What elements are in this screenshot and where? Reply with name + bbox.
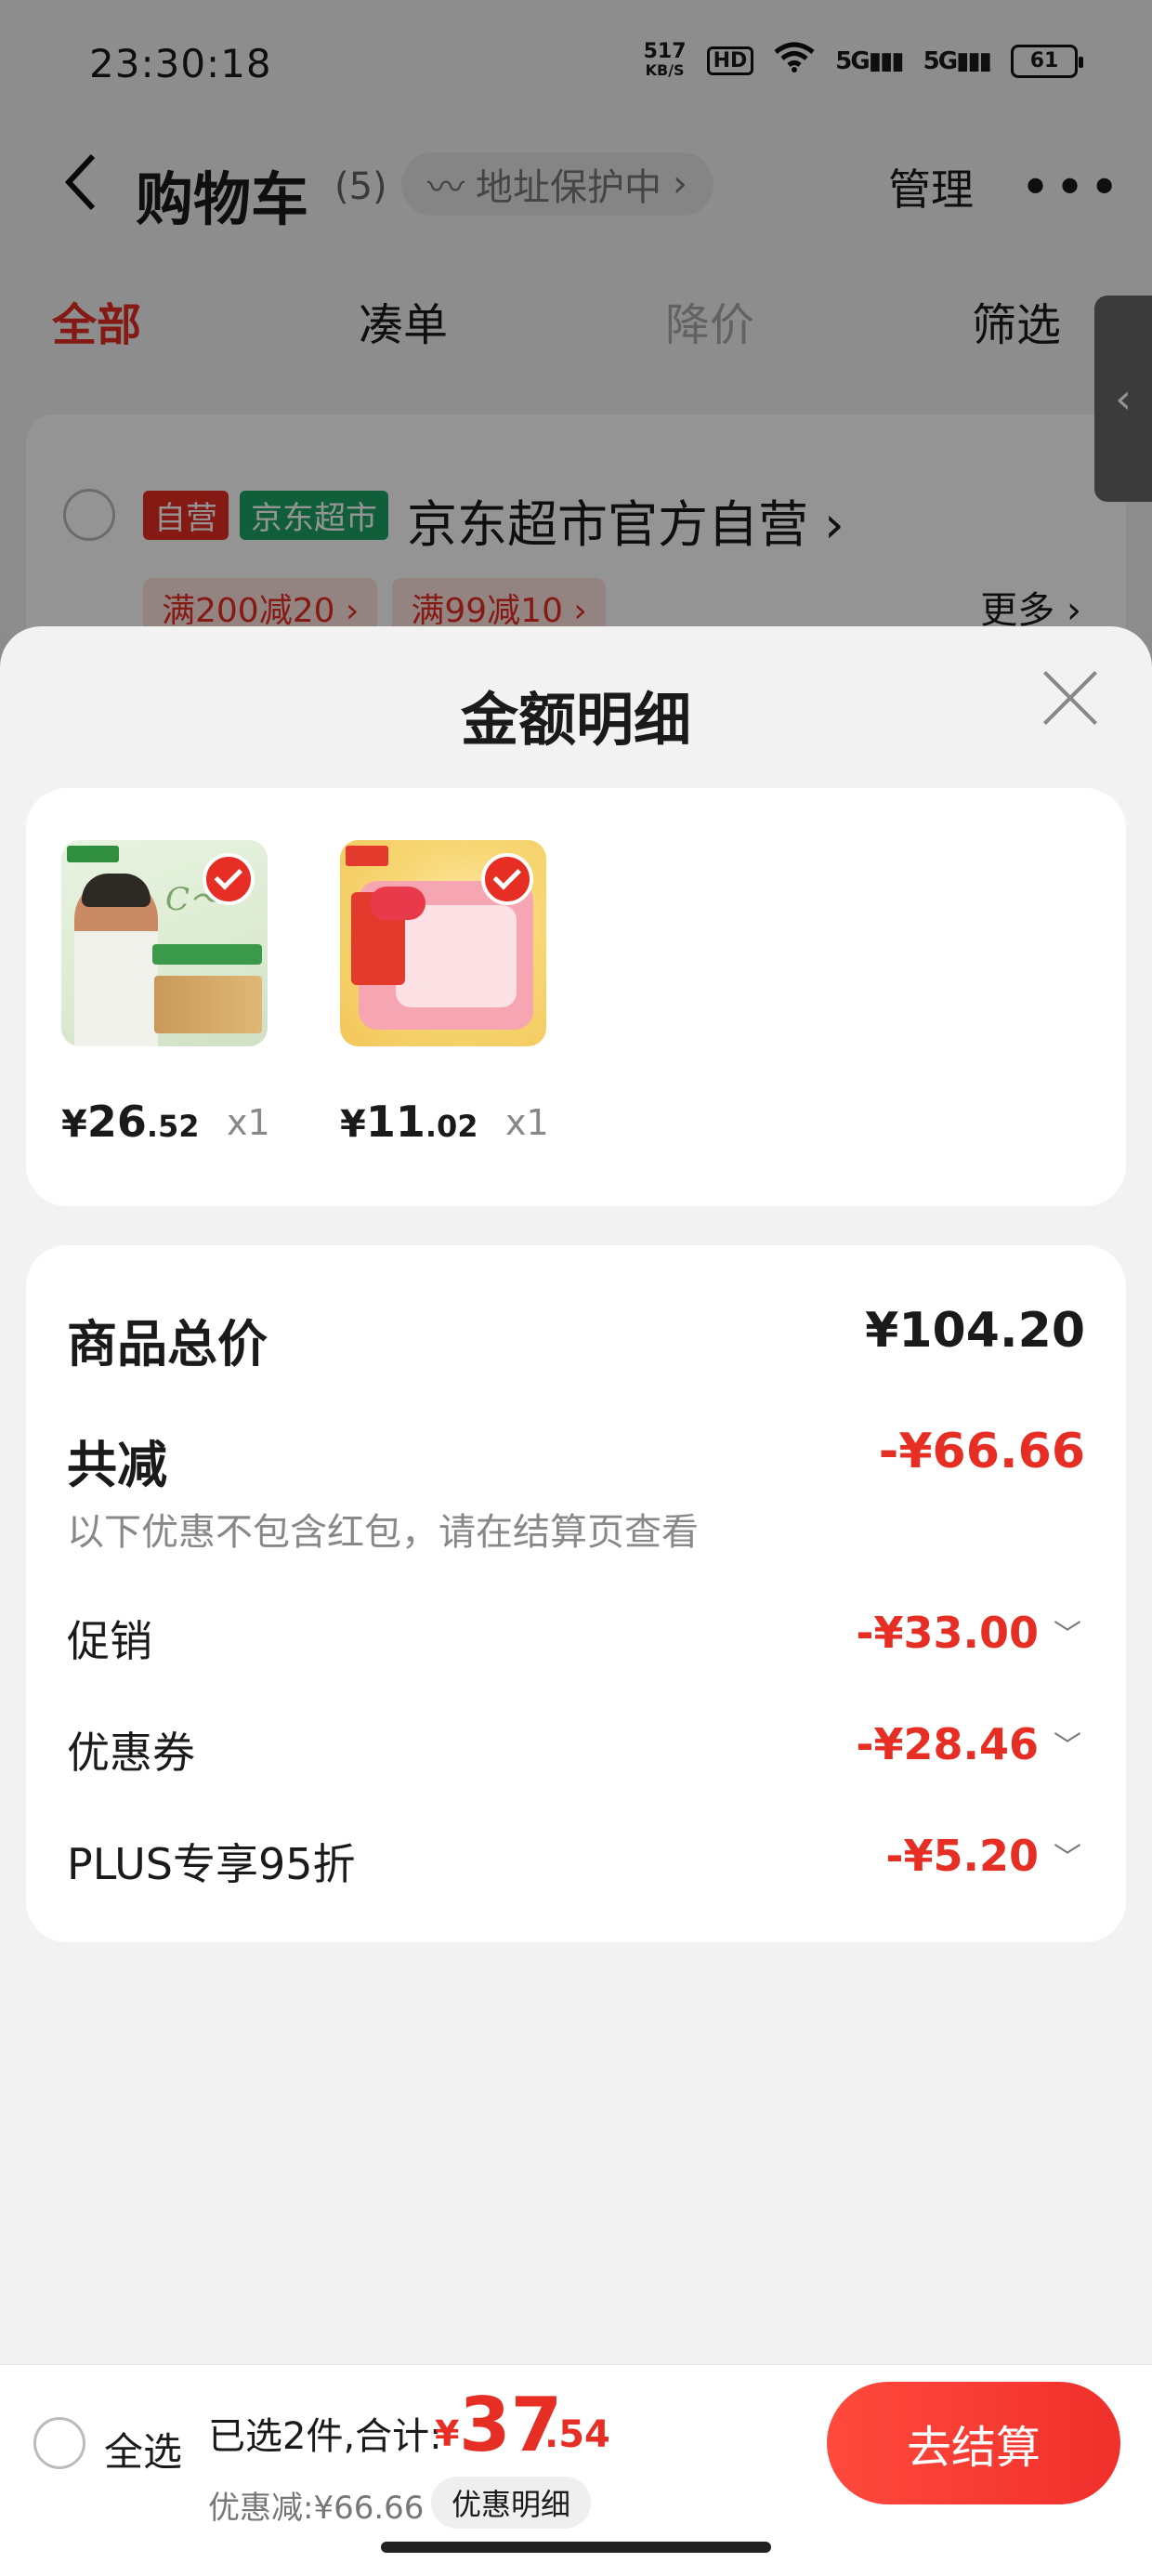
item-price-row: ¥26.52 x1 <box>61 1097 303 1152</box>
plus-discount-row[interactable]: PLUS专享95折 -¥5.20 ﹀ <box>67 1831 1085 1896</box>
reduction-note: 以下优惠不包含红包，请在结算页查看 <box>67 1511 699 1554</box>
item-price-row: ¥11.02 x1 <box>340 1097 582 1152</box>
chevron-down-icon: ﹀ <box>1054 1619 1081 1651</box>
price-summary-card: 商品总价 ¥104.20 共减 -¥66.66 以下优惠不包含红包，请在结算页查… <box>26 1245 1126 1942</box>
chevron-down-icon: ﹀ <box>1054 1842 1081 1874</box>
promotion-row[interactable]: 促销 -¥33.00 ﹀ <box>67 1608 1085 1673</box>
sum-decimal: .54 <box>544 2413 610 2456</box>
checkout-bar: 全选 已选2件,合计: ¥ 37 .54 优惠减:¥66.66 优惠明细 去结算 <box>0 2364 1152 2576</box>
discount-amount-text: 优惠减:¥66.66 <box>208 2490 425 2527</box>
discount-detail-button[interactable]: 优惠明细 <box>431 2477 592 2529</box>
selected-item[interactable]: Ⅽ～ ¥26.52 x1 <box>61 840 284 1147</box>
total-reduction-label: 共减 <box>67 1436 167 1494</box>
total-price-value: ¥104.20 <box>865 1303 1085 1359</box>
selected-count-text: 已选2件,合计: <box>208 2415 442 2458</box>
sum-currency: ¥ <box>435 2413 460 2454</box>
close-icon[interactable] <box>1037 665 1102 730</box>
product-image-milk: Ⅽ～ <box>61 840 268 1046</box>
selected-items-card: Ⅽ～ ¥26.52 x1 ¥11.02 x1 <box>26 788 1126 1206</box>
item-quantity: x1 <box>505 1102 549 1143</box>
select-all-label[interactable]: 全选 <box>104 2421 182 2477</box>
sheet-title: 金额明细 <box>460 686 691 754</box>
item-quantity: x1 <box>227 1102 270 1143</box>
item-price: ¥11.02 <box>340 1097 478 1147</box>
checkmark-icon <box>481 853 533 905</box>
product-image-wipes <box>340 840 546 1046</box>
modal-backdrop[interactable] <box>0 0 1152 669</box>
total-price-label: 商品总价 <box>67 1315 268 1373</box>
item-price: ¥26.52 <box>61 1097 200 1147</box>
coupon-row[interactable]: 优惠券 -¥28.46 ﹀ <box>67 1719 1085 1784</box>
home-indicator[interactable] <box>381 2542 771 2553</box>
amount-detail-sheet: 金额明细 Ⅽ～ ¥26.52 x1 ¥11.02 x1 商品总价 ¥104.20… <box>0 626 1152 2364</box>
selected-item[interactable]: ¥11.02 x1 <box>340 840 563 1147</box>
total-reduction-value: -¥66.66 <box>878 1424 1085 1479</box>
checkout-button[interactable]: 去结算 <box>827 2382 1120 2504</box>
checkmark-icon <box>203 853 255 905</box>
select-all-radio[interactable] <box>33 2417 85 2469</box>
chevron-down-icon: ﹀ <box>1054 1730 1081 1763</box>
